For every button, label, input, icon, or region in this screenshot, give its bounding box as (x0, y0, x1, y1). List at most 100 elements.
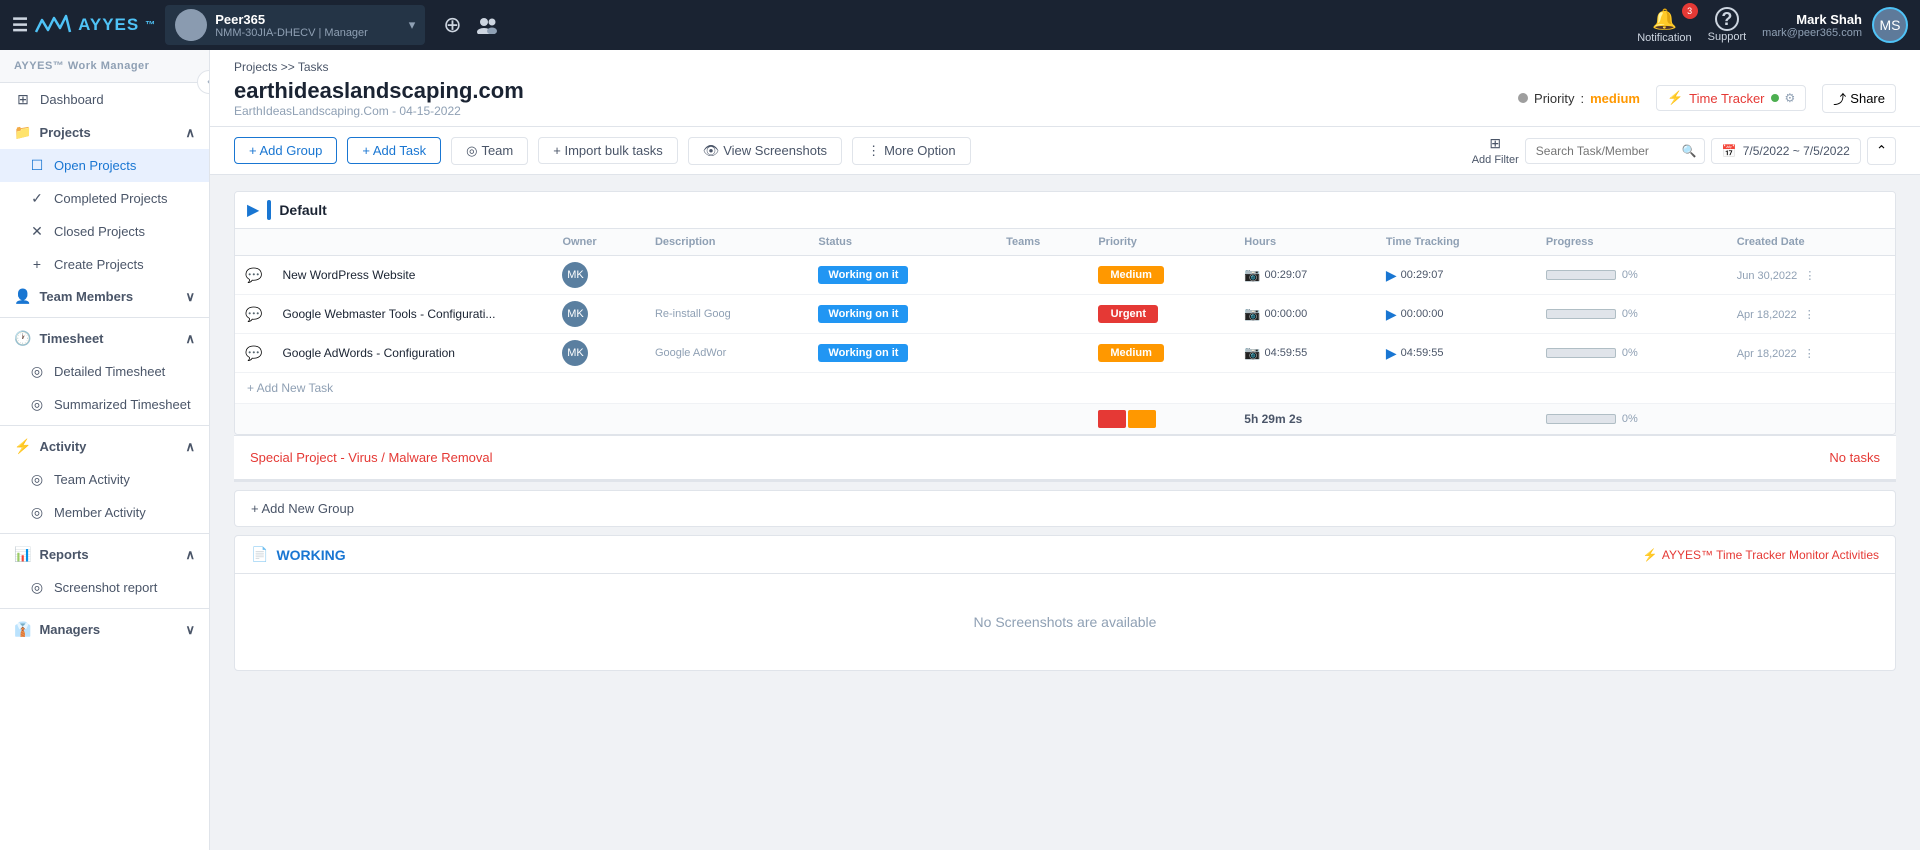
task-checkbox-cell[interactable]: 💬 (235, 334, 272, 373)
sidebar-item-open-projects[interactable]: ☐ Open Projects (0, 149, 209, 182)
sidebar-item-dashboard[interactable]: ⊞ Dashboard (0, 83, 209, 116)
page-title-actions: Priority : medium ⚡ Time Tracker ⚙ ⤴ Sha… (1518, 84, 1896, 113)
sidebar-section-managers[interactable]: 👔 Managers ∨ (0, 613, 209, 646)
task-priority-cell[interactable]: Urgent (1088, 295, 1234, 334)
search-input[interactable] (1536, 144, 1676, 158)
add-task-button[interactable]: + Add Task (347, 137, 441, 164)
add-task-cell[interactable]: + Add New Task (235, 373, 1895, 404)
team-button[interactable]: ◎ Team (451, 137, 528, 165)
special-project-link[interactable]: Special Project - Virus / Malware Remova… (250, 450, 493, 465)
import-bulk-button[interactable]: + Import bulk tasks (538, 137, 677, 164)
sidebar-item-member-activity[interactable]: ◎ Member Activity (0, 496, 209, 529)
hours-value: 04:59:55 (1264, 347, 1307, 359)
sidebar-section-projects[interactable]: 📁 Projects ∧ (0, 116, 209, 149)
play-icon[interactable]: ▶ (1386, 306, 1397, 323)
col-owner: Owner (552, 229, 645, 256)
sidebar-item-label: Create Projects (54, 257, 144, 272)
breadcrumb-tasks[interactable]: Tasks (298, 60, 329, 74)
status-badge[interactable]: Working on it (818, 344, 908, 362)
collapse-button[interactable]: ⌃ (1867, 137, 1896, 165)
play-icon[interactable]: ▶ (1386, 345, 1397, 362)
notification-button[interactable]: 🔔 3 Notification (1637, 7, 1691, 44)
search-icon: 🔍 (1682, 144, 1697, 158)
status-badge[interactable]: Working on it (818, 305, 908, 323)
date-range-button[interactable]: 📅 7/5/2022 ~ 7/5/2022 (1711, 138, 1861, 164)
team-button[interactable] (476, 16, 498, 34)
summary-spacer2 (1727, 404, 1895, 435)
table-header-row: Owner Description Status Teams Priority … (235, 229, 1895, 256)
more-icon[interactable]: ⋮ (1804, 270, 1815, 282)
sidebar-item-label: Completed Projects (54, 191, 167, 206)
task-created-date-cell: Apr 18,2022 ⋮ (1727, 334, 1895, 373)
sidebar-section-reports[interactable]: 📊 Reports ∧ (0, 538, 209, 571)
group-header[interactable]: ▶ Default (235, 192, 1895, 229)
user-avatar[interactable]: MS (1872, 7, 1908, 43)
more-option-button[interactable]: ⋮ More Option (852, 137, 971, 165)
time-tracker-button[interactable]: ⚡ Time Tracker ⚙ (1656, 85, 1806, 111)
sidebar-item-detailed-timesheet[interactable]: ◎ Detailed Timesheet (0, 355, 209, 388)
time-tracker-settings-icon[interactable]: ⚙ (1785, 91, 1796, 105)
task-hours-cell: 📷 04:59:55 (1234, 334, 1376, 373)
logo-text: AYYES (78, 15, 139, 35)
add-filter-button[interactable]: ⊞ Add Filter (1472, 135, 1519, 166)
profile-info: Peer365 NMM-30JIA-DHECV | Manager (215, 12, 400, 39)
task-status-cell[interactable]: Working on it (808, 295, 996, 334)
task-checkbox-cell[interactable]: 💬 (235, 295, 272, 334)
sidebar-projects-label: Projects (39, 125, 90, 140)
sidebar-team-label: Team Members (39, 289, 133, 304)
sidebar-section-activity[interactable]: ⚡ Activity ∧ (0, 430, 209, 463)
more-icon[interactable]: ⋮ (1804, 348, 1815, 360)
logo[interactable]: ☰ AYYES ™ (12, 14, 155, 36)
breadcrumb-projects[interactable]: Projects (234, 60, 277, 74)
sidebar-section-timesheet[interactable]: 🕐 Timesheet ∧ (0, 322, 209, 355)
sidebar-item-screenshot-report[interactable]: ◎ Screenshot report (0, 571, 209, 604)
sidebar-header: AYYES™ Work Manager (0, 50, 209, 83)
profile-dropdown-icon[interactable]: ▾ (409, 17, 416, 33)
more-icon[interactable]: ⋮ (1804, 309, 1815, 321)
hamburger-icon[interactable]: ☰ (12, 15, 28, 36)
share-button[interactable]: ⤴ Share (1822, 84, 1896, 113)
add-new-group-button[interactable]: + Add New Group (251, 501, 354, 516)
view-screenshots-button[interactable]: 👁 View Screenshots (688, 137, 842, 165)
priority-colon: : (1581, 91, 1585, 106)
sidebar-section-team-members[interactable]: 👤 Team Members ∨ (0, 280, 209, 313)
team-icon: ◎ (466, 143, 477, 159)
task-name-cell[interactable]: Google Webmaster Tools - Configurati... (272, 295, 552, 334)
profile-selector[interactable]: Peer365 NMM-30JIA-DHECV | Manager ▾ (165, 5, 425, 45)
sidebar-item-closed-projects[interactable]: ✕ Closed Projects (0, 215, 209, 248)
reports-chevron-icon: ∧ (185, 547, 195, 563)
task-status-cell[interactable]: Working on it (808, 334, 996, 373)
sidebar-item-create-projects[interactable]: + Create Projects (0, 248, 209, 280)
view-screenshots-label: View Screenshots (723, 143, 827, 158)
sidebar-item-completed-projects[interactable]: ✓ Completed Projects (0, 182, 209, 215)
add-group-button[interactable]: + Add Group (234, 137, 337, 164)
team-icon (476, 16, 498, 34)
add-button[interactable]: ⊕ (443, 12, 461, 38)
task-teams-cell (996, 295, 1088, 334)
progress-bar (1546, 309, 1616, 319)
col-progress: Progress (1536, 229, 1727, 256)
user-section: Mark Shah mark@peer365.com MS (1762, 7, 1908, 43)
task-description-cell: Re-install Goog (645, 295, 808, 334)
task-checkbox-cell[interactable]: 💬 (235, 256, 272, 295)
task-priority-cell[interactable]: Medium (1088, 334, 1234, 373)
sidebar-item-summarized-timesheet[interactable]: ◎ Summarized Timesheet (0, 388, 209, 421)
task-name-cell[interactable]: New WordPress Website (272, 256, 552, 295)
search-box: 🔍 (1525, 138, 1705, 164)
support-button[interactable]: ? Support (1708, 7, 1747, 43)
play-icon[interactable]: ▶ (1386, 267, 1397, 284)
status-badge[interactable]: Working on it (818, 266, 908, 284)
section-divider (234, 479, 1896, 482)
sidebar-item-team-activity[interactable]: ◎ Team Activity (0, 463, 209, 496)
task-status-cell[interactable]: Working on it (808, 256, 996, 295)
progress-bar (1546, 270, 1616, 280)
task-icon: 💬 (245, 306, 262, 322)
priority-badge[interactable]: Urgent (1098, 305, 1158, 323)
task-priority-cell[interactable]: Medium (1088, 256, 1234, 295)
task-name-cell[interactable]: Google AdWords - Configuration (272, 334, 552, 373)
priority-badge[interactable]: Medium (1098, 266, 1164, 284)
working-title[interactable]: 📄 WORKING (251, 546, 346, 563)
priority-badge[interactable]: Medium (1098, 344, 1164, 362)
owner-avatar: MK (562, 301, 588, 327)
add-task-row[interactable]: + Add New Task (235, 373, 1895, 404)
